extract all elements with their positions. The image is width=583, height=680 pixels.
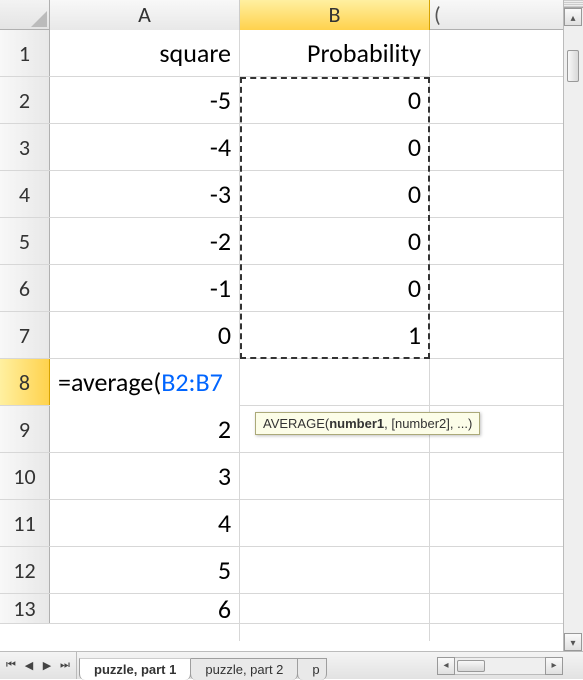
row-header-7[interactable]: 7 [0,312,50,358]
row-3: 3 -4 0 [0,124,583,171]
sheet-nav-last-icon[interactable]: ⏭ [56,657,74,675]
row-13: 13 6 [0,594,583,624]
scroll-up-button[interactable]: ▴ [564,8,582,26]
row-12: 12 5 [0,547,583,594]
cell-B1[interactable]: Probability [240,30,430,77]
sheet-nav-prev-icon[interactable]: ◀ [20,657,38,675]
cell-B5[interactable]: 0 [240,218,430,265]
cell-C13[interactable] [430,594,570,641]
cell-B10[interactable] [240,453,430,500]
column-header-row: A B ( [0,0,583,30]
sheet-tabs: puzzle, part 1 puzzle, part 2 p [79,652,326,679]
cell-A8-formula-editor[interactable]: =average(B2:B7 [50,359,240,406]
row-8: 8 =average(B2:B7 [0,359,583,406]
cell-B12[interactable] [240,547,430,594]
cell-B8[interactable] [240,359,430,406]
split-handle[interactable] [564,0,583,8]
cell-C5[interactable] [430,218,570,265]
scroll-down-button[interactable]: ▾ [564,633,582,651]
cell-B13[interactable] [240,594,430,641]
cell-A11[interactable]: 4 [50,500,240,547]
row-header-1[interactable]: 1 [0,30,50,76]
cell-C8[interactable] [430,359,570,406]
row-5: 5 -2 0 [0,218,583,265]
hscroll-track[interactable] [455,657,545,675]
cell-A10[interactable]: 3 [50,453,240,500]
cell-A13[interactable]: 6 [50,594,240,641]
column-header-B[interactable]: B [240,0,430,30]
cell-C6[interactable] [430,265,570,312]
row-header-3[interactable]: 3 [0,124,50,170]
formula-range-ref: B2:B7 [161,366,223,398]
cell-A12[interactable]: 5 [50,547,240,594]
formula-prefix: =average( [58,366,161,398]
scroll-left-button[interactable]: ◂ [437,657,455,675]
sheet-nav-next-icon[interactable]: ▶ [38,657,56,675]
cell-A5[interactable]: -2 [50,218,240,265]
cell-B2[interactable]: 0 [240,77,430,124]
cell-A9[interactable]: 2 [50,406,240,453]
cell-B7[interactable]: 1 [240,312,430,359]
horizontal-scrollbar[interactable]: ◂ ▸ [437,652,583,679]
cell-A1[interactable]: square [50,30,240,77]
row-header-9[interactable]: 9 [0,406,50,452]
vertical-scrollbar[interactable]: ▴ ▾ [563,0,583,651]
cell-C2[interactable] [430,77,570,124]
tooltip-arg-bold: number1 [329,416,384,431]
function-tooltip[interactable]: AVERAGE(number1, [number2], ...) [255,412,480,435]
row-header-2[interactable]: 2 [0,77,50,123]
cell-C10[interactable] [430,453,570,500]
sheet-tab-3[interactable]: p [297,658,326,680]
cell-B11[interactable] [240,500,430,547]
row-header-10[interactable]: 10 [0,453,50,499]
row-header-11[interactable]: 11 [0,500,50,546]
cell-C12[interactable] [430,547,570,594]
cell-A2[interactable]: -5 [50,77,240,124]
column-header-A[interactable]: A [50,0,240,30]
cell-A3[interactable]: -4 [50,124,240,171]
spreadsheet-grid[interactable]: A B ( 1 square Probability 2 -5 0 3 -4 0… [0,0,583,624]
sheet-tab-2[interactable]: puzzle, part 2 [190,658,298,680]
row-header-4[interactable]: 4 [0,171,50,217]
cell-C11[interactable] [430,500,570,547]
row-6: 6 -1 0 [0,265,583,312]
row-7: 7 0 1 [0,312,583,359]
cell-C3[interactable] [430,124,570,171]
row-header-8[interactable]: 8 [0,359,50,405]
column-header-C[interactable]: ( [430,0,570,29]
row-11: 11 4 [0,500,583,547]
row-header-5[interactable]: 5 [0,218,50,264]
hscroll-thumb[interactable] [457,660,485,672]
sheet-nav-first-icon[interactable]: ⏮ [2,657,20,675]
row-10: 10 3 [0,453,583,500]
row-header-13[interactable]: 13 [0,594,50,623]
sheet-tab-bar: ⏮ ◀ ▶ ⏭ puzzle, part 1 puzzle, part 2 p … [0,651,583,679]
tooltip-fn: AVERAGE( [263,416,329,431]
cell-B6[interactable]: 0 [240,265,430,312]
vscroll-track[interactable] [564,26,583,633]
row-header-12[interactable]: 12 [0,547,50,593]
row-4: 4 -3 0 [0,171,583,218]
row-2: 2 -5 0 [0,77,583,124]
sheet-nav-buttons: ⏮ ◀ ▶ ⏭ [0,652,77,679]
row-header-6[interactable]: 6 [0,265,50,311]
cell-A7[interactable]: 0 [50,312,240,359]
row-1: 1 square Probability [0,30,583,77]
tooltip-rest: , [number2], ...) [384,416,472,431]
cell-A6[interactable]: -1 [50,265,240,312]
cell-C1[interactable] [430,30,570,77]
select-all-corner[interactable] [0,0,50,30]
cell-B4[interactable]: 0 [240,171,430,218]
cell-C4[interactable] [430,171,570,218]
vscroll-thumb[interactable] [567,50,579,82]
cell-B3[interactable]: 0 [240,124,430,171]
cell-C7[interactable] [430,312,570,359]
sheet-tab-1[interactable]: puzzle, part 1 [79,658,191,680]
cell-A4[interactable]: -3 [50,171,240,218]
scroll-right-button[interactable]: ▸ [545,657,563,675]
